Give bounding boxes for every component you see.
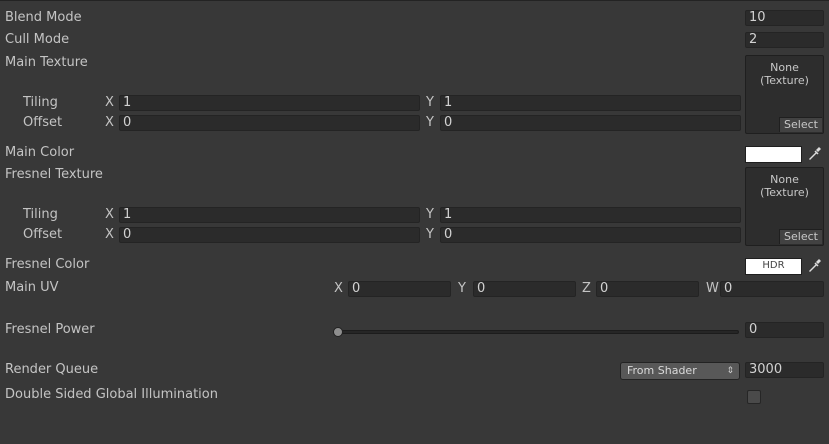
main-uv-z-axis: Z <box>582 281 591 296</box>
fresnel-tiling-label: Tiling <box>23 207 58 222</box>
main-texture-label: Main Texture <box>5 55 88 70</box>
fresnel-tiling-x-axis: X <box>105 207 114 222</box>
fresnel-tiling-y-axis: Y <box>426 207 434 222</box>
main-offset-y-field[interactable]: 0 <box>440 115 741 131</box>
main-uv-w-axis: W <box>706 281 719 296</box>
top-divider <box>0 0 829 1</box>
main-tiling-y-field[interactable]: 1 <box>440 95 741 111</box>
main-uv-x-field[interactable]: 0 <box>348 281 451 297</box>
fresnel-power-field[interactable]: 0 <box>745 322 824 338</box>
render-queue-field[interactable]: 3000 <box>745 362 824 378</box>
cull-mode-field[interactable]: 2 <box>745 32 824 48</box>
main-uv-label: Main UV <box>5 280 59 295</box>
render-queue-label: Render Queue <box>5 362 99 377</box>
main-offset-x-axis: X <box>105 115 114 130</box>
blend-mode-field[interactable]: 10 <box>745 10 824 26</box>
fresnel-texture-none-text: None <box>770 173 799 186</box>
main-tiling-y-axis: Y <box>426 95 434 110</box>
main-offset-label: Offset <box>23 115 63 130</box>
fresnel-texture-slot[interactable]: None (Texture) Select <box>745 167 824 246</box>
fresnel-offset-x-field[interactable]: 0 <box>119 227 420 243</box>
fresnel-texture-select-button[interactable]: Select <box>779 229 822 244</box>
eyedropper-icon[interactable] <box>806 146 822 162</box>
blend-mode-label: Blend Mode <box>5 10 82 25</box>
double-sided-gi-checkbox[interactable] <box>747 390 761 404</box>
main-texture-type-text: (Texture) <box>760 74 809 87</box>
fresnel-tiling-y-field[interactable]: 1 <box>440 207 741 223</box>
cull-mode-label: Cull Mode <box>5 32 70 47</box>
fresnel-color-swatch[interactable]: HDR <box>745 258 802 275</box>
main-uv-y-axis: Y <box>458 281 466 296</box>
fresnel-tiling-x-field[interactable]: 1 <box>119 207 420 223</box>
main-texture-slot[interactable]: None (Texture) Select <box>745 55 824 134</box>
main-color-swatch[interactable] <box>745 146 802 163</box>
main-color-label: Main Color <box>5 145 75 160</box>
main-texture-none-text: None <box>770 61 799 74</box>
double-sided-gi-label: Double Sided Global Illumination <box>5 387 218 402</box>
fresnel-power-slider-thumb[interactable] <box>333 327 343 337</box>
fresnel-power-label: Fresnel Power <box>5 322 95 337</box>
fresnel-offset-y-field[interactable]: 0 <box>440 227 741 243</box>
render-queue-dropdown-value: From Shader <box>627 364 697 377</box>
fresnel-power-slider-track[interactable] <box>333 330 739 334</box>
main-tiling-x-field[interactable]: 1 <box>119 95 420 111</box>
fresnel-offset-label: Offset <box>23 227 63 242</box>
main-tiling-label: Tiling <box>23 95 58 110</box>
fresnel-offset-y-axis: Y <box>426 227 434 242</box>
main-uv-x-axis: X <box>334 281 343 296</box>
main-uv-y-field[interactable]: 0 <box>473 281 576 297</box>
main-uv-z-field[interactable]: 0 <box>596 281 699 297</box>
fresnel-color-label: Fresnel Color <box>5 257 90 272</box>
main-uv-w-field[interactable]: 0 <box>720 281 824 297</box>
main-tiling-x-axis: X <box>105 95 114 110</box>
render-queue-dropdown[interactable]: From Shader ⇕ <box>620 362 740 380</box>
eyedropper-icon[interactable] <box>806 258 822 274</box>
dropdown-arrows-icon: ⇕ <box>726 366 734 376</box>
hdr-badge: HDR <box>762 260 785 271</box>
fresnel-offset-x-axis: X <box>105 227 114 242</box>
main-texture-select-button[interactable]: Select <box>779 117 822 132</box>
main-offset-y-axis: Y <box>426 115 434 130</box>
main-offset-x-field[interactable]: 0 <box>119 115 420 131</box>
fresnel-texture-label: Fresnel Texture <box>5 167 103 182</box>
fresnel-texture-type-text: (Texture) <box>760 186 809 199</box>
